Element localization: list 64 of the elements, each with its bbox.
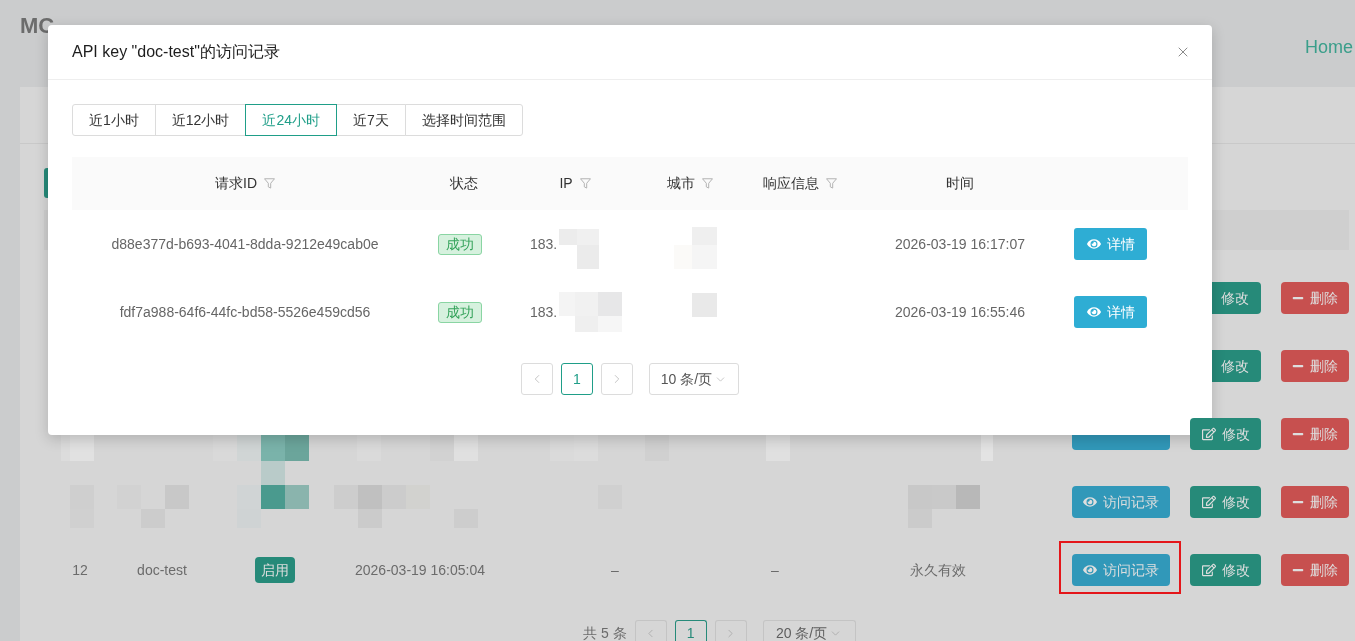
time-range-tab[interactable]: 近1小时 — [72, 104, 156, 136]
filter-icon[interactable] — [579, 178, 591, 189]
time-range-tab[interactable]: 近12小时 — [154, 104, 247, 136]
eye-icon — [1083, 495, 1097, 509]
column-header: 请求ID — [215, 174, 257, 193]
edit-button[interactable]: 修改 — [1212, 350, 1261, 382]
modal-title: API key "doc-test"的访问记录 — [72, 42, 280, 62]
page-size-select[interactable]: 10 条/页 — [649, 363, 739, 395]
time-range-tab[interactable]: 近24小时 — [245, 104, 337, 136]
eye-icon — [1086, 305, 1101, 319]
eye-icon — [1083, 563, 1097, 577]
prev-page-button[interactable] — [521, 363, 553, 395]
next-page-button[interactable] — [714, 620, 747, 641]
column-header: 响应信息 — [763, 174, 819, 193]
partial-button[interactable] — [44, 168, 48, 198]
status-badge: 启用 — [255, 557, 295, 583]
request-id-cell-text: d88e377d-b693-4041-8dda-9212e49cab0e — [111, 234, 379, 254]
id-cell-text: 12 — [72, 560, 88, 580]
column-header: 城市 — [667, 174, 695, 193]
edit-icon — [1201, 495, 1216, 509]
column-header: IP — [559, 174, 573, 193]
details-button[interactable]: 详情 — [1074, 228, 1147, 260]
request-id-cell-text: fdf7a988-64f6-44fc-bd58-5526e459cd56 — [119, 302, 371, 322]
next-page-button[interactable] — [601, 363, 633, 395]
filter-icon[interactable] — [826, 178, 837, 189]
edit-button[interactable]: 修改 — [1212, 282, 1261, 314]
time-cell-text: 2026-03-19 16:17:07 — [895, 234, 1025, 254]
delete-button[interactable]: 删除 — [1281, 418, 1349, 450]
delete-button[interactable]: 删除 — [1281, 282, 1349, 314]
time-range-tab[interactable]: 近7天 — [335, 104, 406, 136]
details-button[interactable]: 详情 — [1074, 296, 1147, 328]
delete-button[interactable]: 删除 — [1281, 554, 1349, 586]
delete-button[interactable]: 删除 — [1281, 486, 1349, 518]
page-button[interactable]: 1 — [561, 363, 593, 395]
column-header: 时间 — [946, 174, 974, 193]
filter-icon[interactable] — [264, 178, 275, 189]
created-time-cell-text: 2026-03-19 16:05:04 — [355, 560, 485, 580]
name-cell-text: doc-test — [137, 560, 187, 580]
edit-icon — [1201, 563, 1216, 577]
status-badge: 成功 — [438, 233, 482, 255]
edit-button[interactable]: 修改 — [1190, 486, 1261, 518]
edit-button[interactable]: 修改 — [1190, 418, 1261, 450]
page-button[interactable]: 1 — [674, 620, 707, 641]
view-records-button[interactable]: 访问记录 — [1072, 486, 1170, 518]
table-cell-text: – — [611, 560, 619, 580]
ip-cell-text: 183. — [530, 302, 558, 322]
expiry-cell-text: 永久有效 — [910, 560, 966, 580]
total-count: 共 5 条 — [583, 624, 627, 641]
partial-button[interactable] — [1072, 435, 1170, 450]
edit-icon — [1201, 427, 1216, 441]
column-header: 状态 — [450, 174, 478, 193]
table-cell-text: – — [771, 560, 779, 580]
page-size-select[interactable]: 20 条/页 — [762, 620, 856, 641]
time-cell-text: 2026-03-19 16:55:46 — [895, 302, 1025, 322]
prev-page-button[interactable] — [634, 620, 667, 641]
time-range-tab[interactable]: 选择时间范围 — [404, 104, 523, 136]
ip-cell-text: 183. — [530, 234, 558, 254]
edit-button[interactable]: 修改 — [1190, 554, 1261, 586]
status-badge: 成功 — [438, 301, 482, 323]
view-records-button[interactable]: 访问记录 — [1072, 554, 1170, 586]
eye-icon — [1086, 237, 1101, 251]
filter-icon[interactable] — [702, 178, 713, 189]
delete-button[interactable]: 删除 — [1281, 350, 1349, 382]
home-link[interactable]: Home — [1305, 36, 1353, 58]
